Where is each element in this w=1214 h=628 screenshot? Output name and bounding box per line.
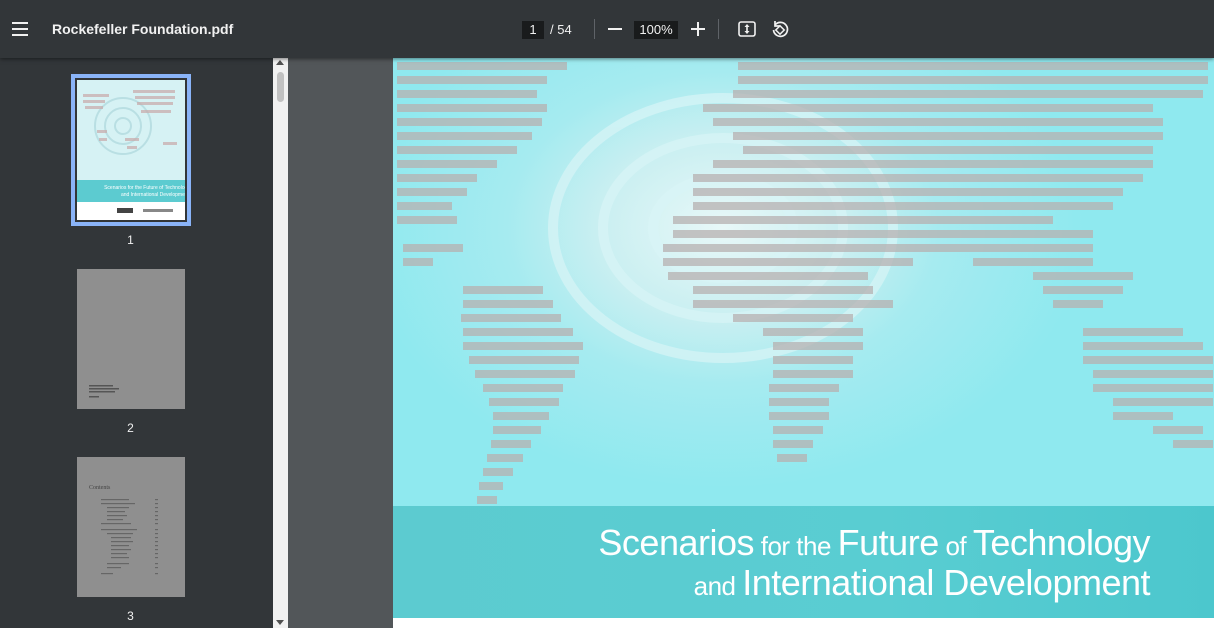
document-viewer[interactable]: Scenarios for the Future of Technology a… xyxy=(288,58,1214,628)
thumbnail-page-art xyxy=(89,385,119,398)
thumbnail-label: 3 xyxy=(127,609,134,623)
cover-title-line-2: and International Development xyxy=(693,562,1151,603)
cover-title-banner: Scenarios for the Future of Technology a… xyxy=(393,506,1214,618)
thumbnail-cover-art: Scenarios for the Future of Technology a… xyxy=(77,80,190,220)
cover-title-line-1: Scenarios for the Future of Technology xyxy=(598,522,1150,563)
page-number-input[interactable]: 1 xyxy=(522,21,544,39)
thumbnail-page-3[interactable]: Contents xyxy=(77,457,185,597)
zoom-level-input[interactable]: 100% xyxy=(634,21,678,39)
thumbnail-page-art: Contents xyxy=(89,485,158,575)
zoom-out-icon[interactable] xyxy=(606,20,624,38)
thumbnail-label: 1 xyxy=(127,233,134,247)
page-total: / 54 xyxy=(550,22,572,37)
scrollbar-thumb[interactable] xyxy=(277,72,284,102)
toolbar-divider xyxy=(594,19,595,39)
binary-world-map-art xyxy=(397,62,1213,504)
menu-icon[interactable] xyxy=(8,17,32,41)
svg-text:Scenarios for the Future of Te: Scenarios for the Future of Technology xyxy=(104,185,185,191)
thumbnail-label: 2 xyxy=(127,421,134,435)
scroll-down-arrow-icon[interactable] xyxy=(276,620,284,625)
toolbar-divider xyxy=(718,19,719,39)
cover-artwork: Scenarios for the Future of Technology a… xyxy=(393,58,1214,618)
zoom-in-icon[interactable] xyxy=(689,20,707,38)
svg-text:and International Development: and International Development xyxy=(121,192,185,198)
thumbnail-page-2[interactable] xyxy=(77,269,185,409)
sidebar-scrollbar[interactable] xyxy=(273,58,288,628)
thumbnail-page-1[interactable]: Scenarios for the Future of Technology a… xyxy=(71,74,191,226)
scroll-up-arrow-icon[interactable] xyxy=(276,60,284,65)
pdf-toolbar: Rockefeller Foundation.pdf 1 / 54 100% xyxy=(0,0,1214,58)
thumbnail-sidebar: Scenarios for the Future of Technology a… xyxy=(0,58,273,628)
document-title: Rockefeller Foundation.pdf xyxy=(52,21,234,37)
svg-text:Contents: Contents xyxy=(89,485,111,491)
rotate-icon[interactable] xyxy=(769,19,791,41)
fit-to-page-icon[interactable] xyxy=(737,19,757,39)
pdf-page: Scenarios for the Future of Technology a… xyxy=(393,58,1214,628)
